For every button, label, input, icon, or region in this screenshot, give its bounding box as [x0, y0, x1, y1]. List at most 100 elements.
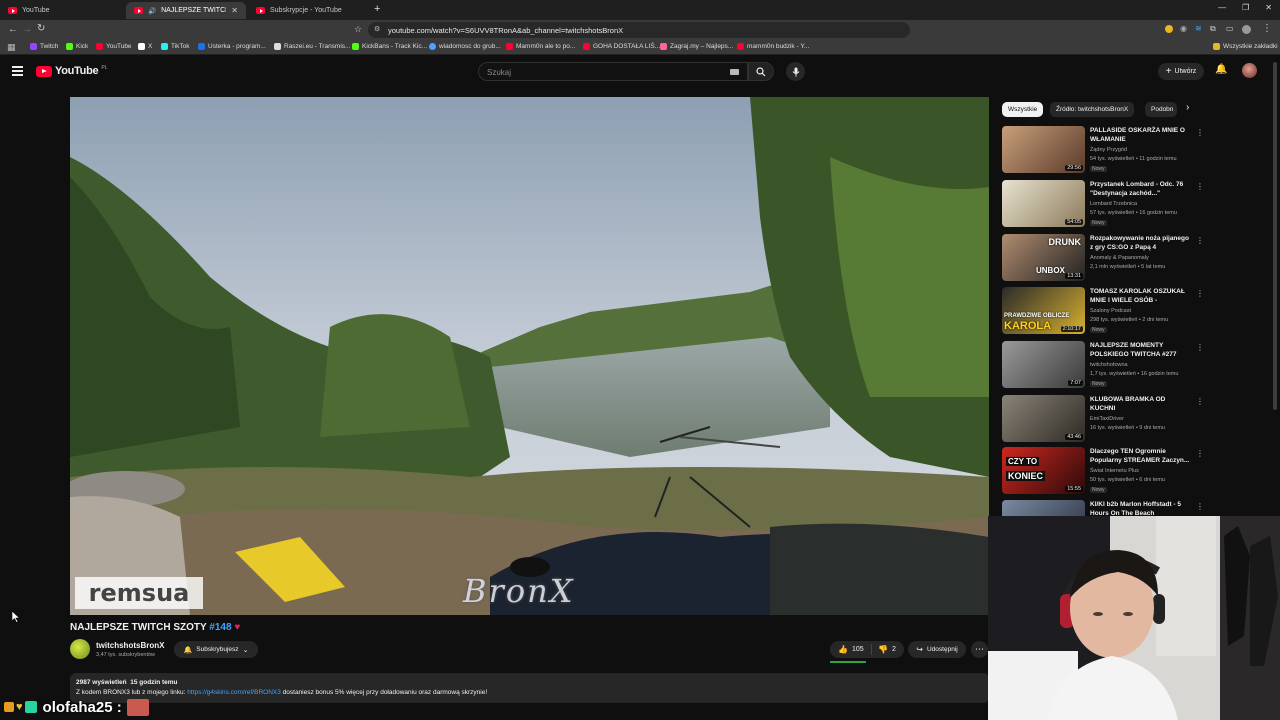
back-icon[interactable]: ←	[8, 24, 18, 35]
apps-grid-icon[interactable]: ▦	[7, 42, 16, 53]
url-field[interactable]: ⚙ youtube.com/watch?v=S6UVV8TRonA&ab_cha…	[368, 22, 910, 38]
profile-icon[interactable]	[1242, 25, 1251, 34]
recommended-video[interactable]: 2:10:17 PRAWDZIWE OBLICZE KAROLA TOMASZ KAR…	[1002, 287, 1204, 336]
share-button[interactable]: ↪ Udostępnij	[908, 641, 966, 658]
recommended-channel[interactable]: Lombard Trzebnica	[1090, 201, 1137, 207]
recommended-channel[interactable]: Szalony Podcast	[1090, 308, 1131, 314]
extensions-puzzle-icon[interactable]: ⧉	[1210, 24, 1216, 34]
recommended-channel[interactable]: Żądny Przygód	[1090, 147, 1127, 153]
browser-menu-icon[interactable]: ⋮	[1262, 23, 1272, 34]
video-thumbnail[interactable]: 2:10:17 PRAWDZIWE OBLICZE KAROLA	[1002, 287, 1085, 334]
more-vertical-icon[interactable]: ⋮	[1196, 236, 1204, 245]
chip-from-channel[interactable]: Źródło: twitchshotsBronX	[1050, 102, 1135, 117]
channel-avatar[interactable]	[70, 639, 90, 659]
recommended-title[interactable]: PALLASIDE OSKARŻA MNIE O WŁAMANIE	[1090, 126, 1190, 144]
channel-name[interactable]: twitchshotsBronX	[96, 641, 164, 650]
keyboard-icon[interactable]	[730, 69, 739, 75]
recommended-title[interactable]: NAJLEPSZE MOMENTY POLSKIEGO TWITCHA #277	[1090, 341, 1190, 359]
bookmark-raszei[interactable]: Raszei.eu - Transmis...	[274, 43, 350, 50]
subscribed-button[interactable]: 🔔 Subskrybujesz ⌄	[174, 641, 258, 658]
browser-tab-subscriptions[interactable]: Subskrypcje - YouTube	[248, 2, 370, 19]
recommended-channel[interactable]: EmiTaxiDriver	[1090, 416, 1124, 422]
account-avatar[interactable]	[1242, 63, 1257, 78]
bookmark-twitch[interactable]: Twitch	[30, 43, 58, 50]
browser-tab-youtube[interactable]: YouTube	[0, 2, 126, 19]
bookmark-x[interactable]: X	[138, 43, 152, 50]
recommended-video[interactable]: 13:31 DRUNK UNBOX Rozpakowywanie noża pijan…	[1002, 234, 1204, 283]
video-thumbnail[interactable]: 54:05	[1002, 180, 1085, 227]
recommended-title[interactable]: Rozpakowywanie noża pijanego z gry CS:GO…	[1090, 234, 1190, 252]
all-bookmarks[interactable]: Wszystkie zakładki	[1213, 43, 1278, 50]
bookmark-label: X	[148, 43, 153, 50]
page-scrollbar[interactable]	[1273, 62, 1277, 410]
recommended-title[interactable]: KLUBOWA BRAMKA OD KUCHNI	[1090, 395, 1190, 413]
share-arrow-icon: ↪	[916, 645, 923, 654]
new-tab-button[interactable]: +	[374, 3, 380, 15]
more-vertical-icon[interactable]: ⋮	[1196, 502, 1204, 511]
extension-eye-icon[interactable]: ◉	[1180, 24, 1187, 33]
more-vertical-icon[interactable]: ⋮	[1196, 289, 1204, 298]
search-input[interactable]: Szukaj	[478, 62, 748, 81]
restore-icon[interactable]: ❐	[1242, 3, 1249, 12]
recommended-title[interactable]: TOMASZ KAROLAK OSZUKAŁ MNIE I WIELE OSÓB…	[1090, 287, 1190, 306]
recommended-channel[interactable]: Anomaly & Papanomaly	[1090, 255, 1149, 261]
recommended-video[interactable]: 29:56 PALLASIDE OSKARŻA MNIE O WŁAMANIE Żą…	[1002, 126, 1204, 175]
youtube-logo[interactable]: YouTube PL	[36, 65, 107, 77]
bookmark-star-icon[interactable]: ☆	[354, 24, 362, 35]
chip-similar[interactable]: Podobn	[1145, 102, 1177, 117]
close-window-icon[interactable]: ✕	[1265, 3, 1272, 12]
video-thumbnail[interactable]: 29:56	[1002, 126, 1085, 173]
extension-coin-icon[interactable]	[1165, 25, 1173, 33]
more-vertical-icon[interactable]: ⋮	[1196, 449, 1204, 458]
close-tab-icon[interactable]: ✕	[231, 6, 238, 15]
video-description[interactable]: 2987 wyświetleń 15 godzin temu Z kodem B…	[70, 673, 989, 703]
bookmark-tiktok[interactable]: TikTok	[161, 43, 190, 50]
sidepanel-icon[interactable]: ▭	[1226, 24, 1234, 33]
forward-icon[interactable]: →	[22, 24, 32, 35]
extension-wave-icon[interactable]: ≋	[1195, 24, 1202, 33]
recommended-video[interactable]: 15:55 CZY TO KONIEC Dlaczego TEN Ogromnie P…	[1002, 447, 1204, 496]
bookmark-mammon[interactable]: Mamm0n ale to po...	[506, 43, 575, 50]
recommended-video[interactable]: 54:05 Przystanek Lombard - Odc. 76 "Desty…	[1002, 180, 1204, 229]
notifications-bell-icon[interactable]: 🔔	[1215, 64, 1227, 75]
recommended-channel[interactable]: twitchshotowna	[1090, 362, 1128, 368]
recommended-title[interactable]: Przystanek Lombard - Odc. 76 "Destynacja…	[1090, 180, 1190, 198]
zagraj-icon	[660, 43, 667, 50]
video-title-hashtag[interactable]: #148	[209, 622, 231, 633]
video-thumbnail[interactable]: 43:46	[1002, 395, 1085, 442]
bookmark-kick[interactable]: Kick	[66, 43, 88, 50]
recommended-title[interactable]: Dlaczego TEN Ogromnie Popularny STREAMER…	[1090, 447, 1190, 465]
more-vertical-icon[interactable]: ⋮	[1196, 343, 1204, 352]
more-vertical-icon[interactable]: ⋮	[1196, 397, 1204, 406]
create-button[interactable]: + Utwórz	[1158, 63, 1204, 80]
description-link[interactable]: https://g4skins.com/ref/BRONX3	[187, 689, 281, 696]
hamburger-menu-icon[interactable]	[12, 66, 23, 76]
bookmark-usterka[interactable]: Usterka - program...	[198, 43, 266, 50]
more-actions-button[interactable]: ⋯	[971, 641, 988, 658]
chips-next-icon[interactable]: ›	[1186, 102, 1189, 113]
browser-tab-video[interactable]: 🔊 NAJLEPSZE TWITCH SZOTY # ✕	[126, 2, 246, 19]
video-player[interactable]	[70, 97, 989, 615]
minimize-icon[interactable]: —	[1218, 3, 1226, 12]
video-thumbnail[interactable]: 15:55 CZY TO KONIEC	[1002, 447, 1085, 494]
bookmark-wiadomosc[interactable]: wiadomosc do grub...	[429, 43, 501, 50]
recommended-video[interactable]: 7:07 NAJLEPSZE MOMENTY POLSKIEGO TWITCHA …	[1002, 341, 1204, 390]
like-button[interactable]: 👍 105	[830, 644, 872, 655]
bookmark-goha[interactable]: GOHA DOSTAŁA LIŚ...	[583, 43, 660, 50]
more-vertical-icon[interactable]: ⋮	[1196, 182, 1204, 191]
site-info-icon[interactable]: ⚙	[374, 25, 380, 33]
chip-all[interactable]: Wszystkie	[1002, 102, 1044, 117]
bookmark-mammon-budzik[interactable]: mamm0n budzik - Y...	[737, 43, 809, 50]
dislike-button[interactable]: 👎 2	[872, 645, 896, 654]
reload-icon[interactable]: ↻	[37, 23, 45, 34]
recommended-video[interactable]: 43:46 KLUBOWA BRAMKA OD KUCHNI EmiTaxiDriv…	[1002, 395, 1204, 444]
bookmark-kickbans[interactable]: KickBans - Track Kic...	[352, 43, 427, 50]
video-thumbnail[interactable]: 7:07	[1002, 341, 1085, 388]
voice-search-button[interactable]	[786, 62, 805, 81]
recommended-channel[interactable]: Świat Internetu Plus	[1090, 468, 1139, 474]
bookmark-youtube[interactable]: YouTube	[96, 43, 132, 50]
bookmark-zagraj[interactable]: Zagraj.my – Najleps...	[660, 43, 733, 50]
more-vertical-icon[interactable]: ⋮	[1196, 128, 1204, 137]
video-thumbnail[interactable]: 13:31 DRUNK UNBOX	[1002, 234, 1085, 281]
search-button[interactable]	[748, 62, 774, 81]
